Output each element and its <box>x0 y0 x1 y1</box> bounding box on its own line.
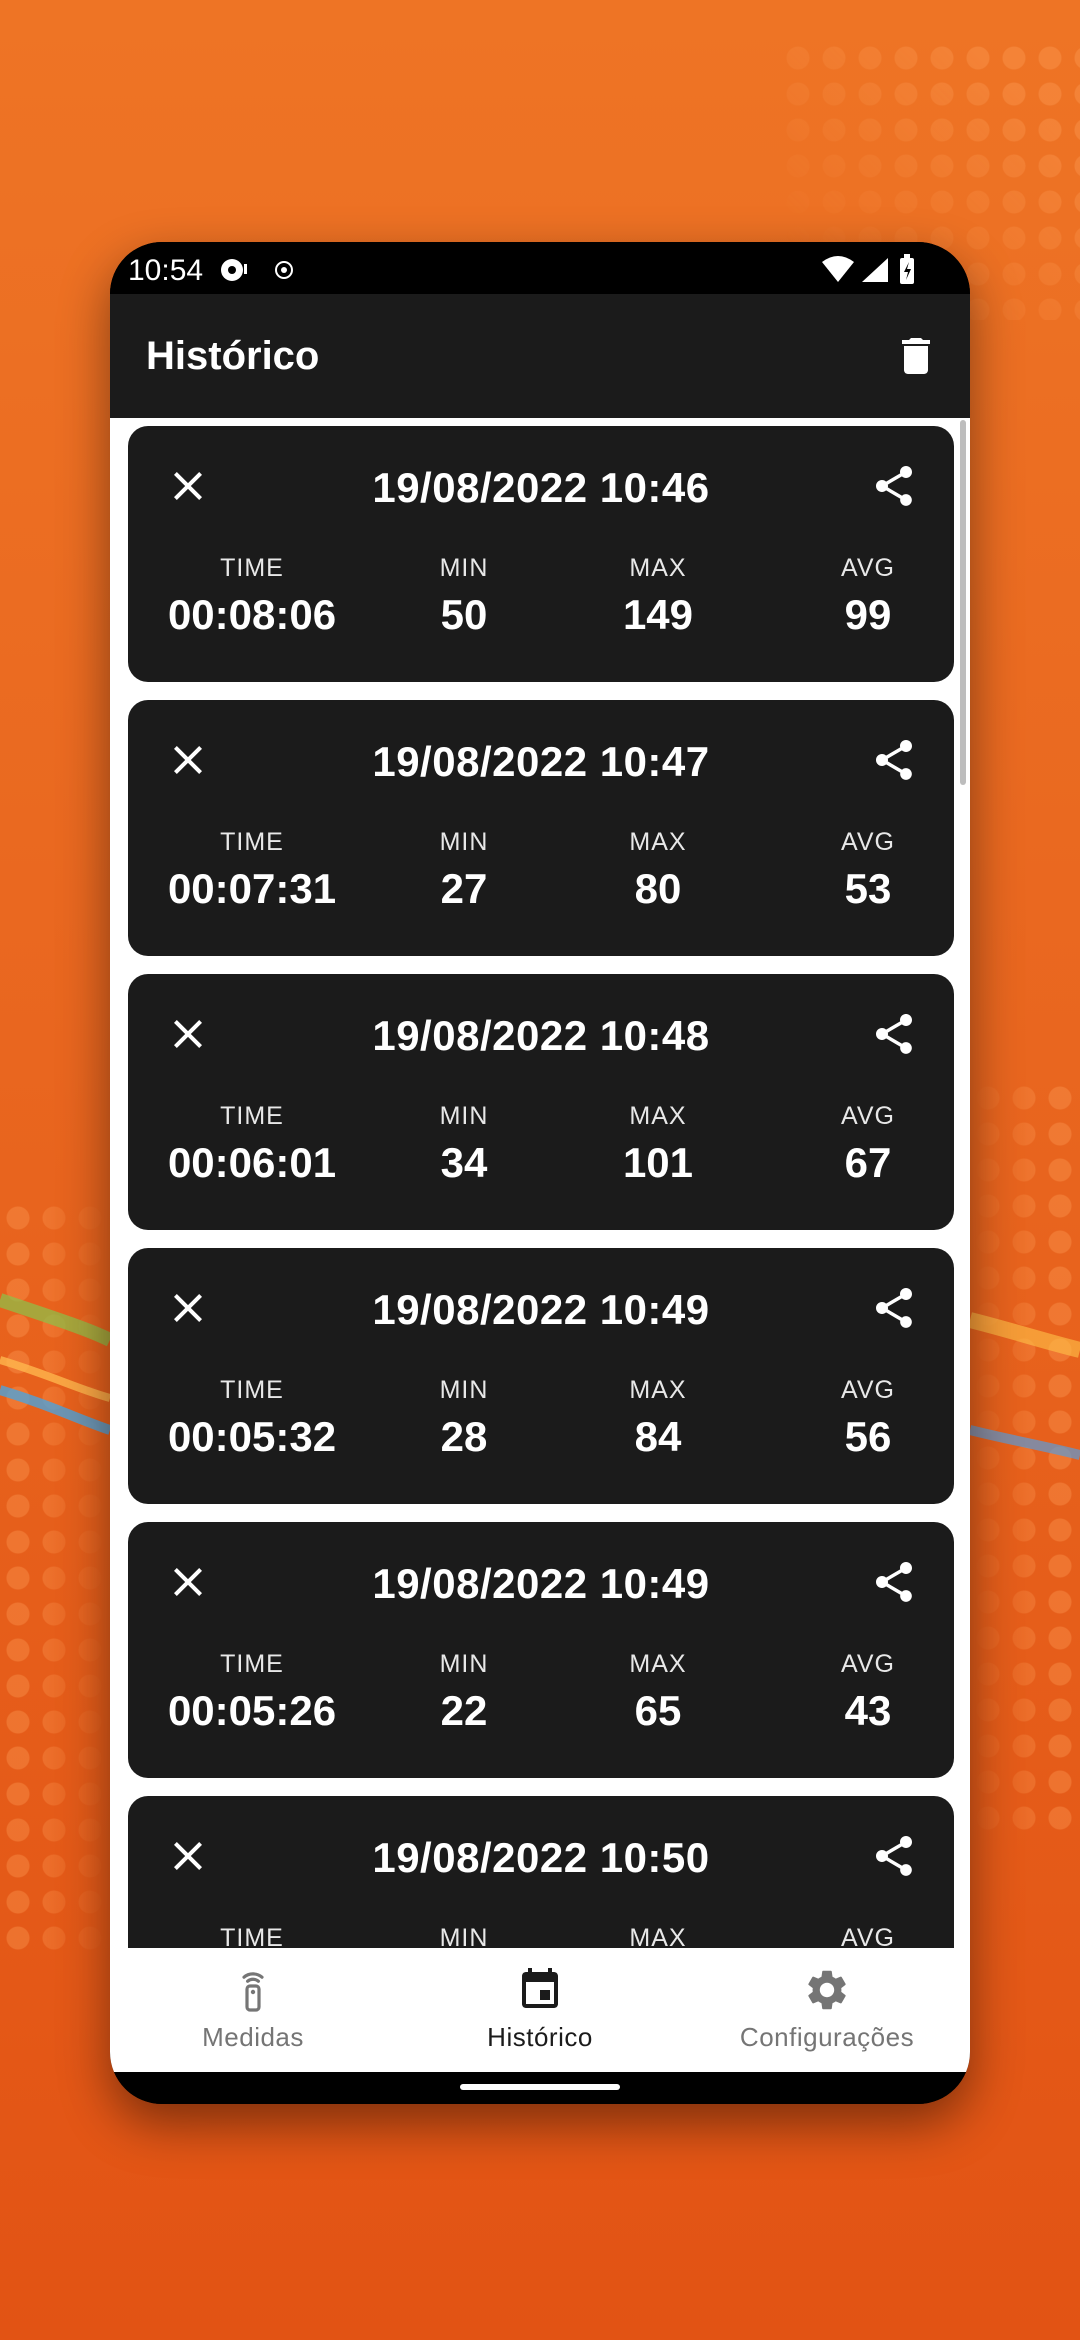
status-bar: 10:54 <box>110 242 970 294</box>
bottom-navigation: Medidas Histórico Configurações <box>110 1948 970 2072</box>
avg-value: 67 <box>844 1139 892 1186</box>
max-label: MAX <box>629 1376 687 1404</box>
avg-label: AVG <box>841 1924 895 1948</box>
share-icon <box>876 1562 912 1602</box>
nav-label: Medidas <box>202 2022 304 2052</box>
share-record-button[interactable] <box>870 1284 918 1332</box>
min-label: MIN <box>439 1924 489 1948</box>
avg-value: 43 <box>844 1687 892 1734</box>
avg-value: 56 <box>844 1413 892 1460</box>
history-card: 19/08/2022 10:49 TIME 00:05:26 MIN 22 MAX 6… <box>128 1522 954 1778</box>
system-status-icons <box>822 254 914 284</box>
calendar-icon <box>522 1968 558 2008</box>
notification-icons <box>221 259 293 281</box>
record-date: 19/08/2022 10:49 <box>372 1286 710 1333</box>
history-list[interactable]: 19/08/2022 10:46 TIME 00:08:06 MIN 50 MAX 1… <box>110 418 970 1948</box>
min-label: MIN <box>439 828 489 856</box>
nav-item-historico[interactable]: Histórico <box>397 1948 683 2072</box>
history-card: 19/08/2022 10:48 TIME 00:06:01 MIN 34 MAX 1… <box>128 974 954 1230</box>
max-value: 149 <box>622 591 694 638</box>
page-title: Histórico <box>146 334 320 378</box>
avg-value: 99 <box>844 591 892 638</box>
max-label: MAX <box>629 1650 687 1678</box>
nav-label: Histórico <box>487 2022 593 2052</box>
home-indicator[interactable] <box>460 2084 620 2090</box>
max-label: MAX <box>629 1924 687 1948</box>
history-card: 19/08/2022 10:49 TIME 00:05:32 MIN 28 MAX 8… <box>128 1248 954 1504</box>
min-label: MIN <box>439 1102 489 1130</box>
record-date: 19/08/2022 10:50 <box>372 1834 710 1881</box>
record-date: 19/08/2022 10:47 <box>372 738 710 785</box>
min-value: 22 <box>440 1687 488 1734</box>
app-bar: Histórico <box>110 294 970 418</box>
min-label: MIN <box>439 1650 489 1678</box>
min-value: 27 <box>440 865 488 912</box>
history-card: 19/08/2022 10:50 TIME MIN MAX AVG <box>128 1796 954 1948</box>
record-date: 19/08/2022 10:48 <box>372 1012 710 1059</box>
avg-value: 53 <box>844 865 892 912</box>
time-label: TIME <box>220 554 284 582</box>
max-value: 80 <box>634 865 682 912</box>
share-icon <box>876 1014 912 1054</box>
nav-item-configuracoes[interactable]: Configurações <box>684 1948 970 2072</box>
gesture-bar <box>110 2072 970 2104</box>
share-icon <box>876 740 912 780</box>
record-date: 19/08/2022 10:46 <box>372 464 710 511</box>
share-icon <box>876 1288 912 1328</box>
phone-frame: 10:54 Histórico 19/08/2022 10:46 TIME 00… <box>110 242 970 2104</box>
max-label: MAX <box>629 828 687 856</box>
share-record-button[interactable] <box>870 462 918 510</box>
time-label: TIME <box>220 828 284 856</box>
avg-label: AVG <box>841 1102 895 1130</box>
share-record-button[interactable] <box>870 1558 918 1606</box>
time-label: TIME <box>220 1924 284 1948</box>
time-label: TIME <box>220 1102 284 1130</box>
share-record-button[interactable] <box>870 1010 918 1058</box>
min-value: 28 <box>440 1413 488 1460</box>
time-value: 00:08:06 <box>167 591 337 638</box>
max-label: MAX <box>629 1102 687 1130</box>
avg-label: AVG <box>841 828 895 856</box>
history-card: 19/08/2022 10:47 TIME 00:07:31 MIN 27 MAX 8… <box>128 700 954 956</box>
avg-label: AVG <box>841 1376 895 1404</box>
nav-label: Configurações <box>739 2022 915 2052</box>
time-value: 00:05:32 <box>167 1413 337 1460</box>
trash-icon <box>902 338 930 374</box>
share-icon <box>876 466 912 506</box>
history-card: 19/08/2022 10:46 TIME 00:08:06 MIN 50 MAX 1… <box>128 426 954 682</box>
time-value: 00:06:01 <box>167 1139 337 1186</box>
min-value: 34 <box>440 1139 488 1186</box>
delete-all-button[interactable] <box>892 332 940 380</box>
remote-signal-icon <box>242 1972 264 2012</box>
scrollbar[interactable] <box>960 420 966 785</box>
time-label: TIME <box>220 1376 284 1404</box>
record-date: 19/08/2022 10:49 <box>372 1560 710 1607</box>
time-value: 00:05:26 <box>167 1687 337 1734</box>
time-value: 00:07:31 <box>167 865 337 912</box>
max-label: MAX <box>629 554 687 582</box>
avg-label: AVG <box>841 1650 895 1678</box>
min-label: MIN <box>439 1376 489 1404</box>
gear-icon <box>808 1970 846 2010</box>
nav-item-medidas[interactable]: Medidas <box>110 1948 396 2072</box>
share-record-button[interactable] <box>870 736 918 784</box>
time-label: TIME <box>220 1650 284 1678</box>
max-value: 65 <box>634 1687 682 1734</box>
min-label: MIN <box>439 554 489 582</box>
share-record-button[interactable] <box>870 1832 918 1880</box>
max-value: 101 <box>622 1139 694 1186</box>
min-value: 50 <box>440 591 488 638</box>
status-time: 10:54 <box>128 254 204 287</box>
max-value: 84 <box>634 1413 682 1460</box>
avg-label: AVG <box>841 554 895 582</box>
share-icon <box>876 1836 912 1876</box>
